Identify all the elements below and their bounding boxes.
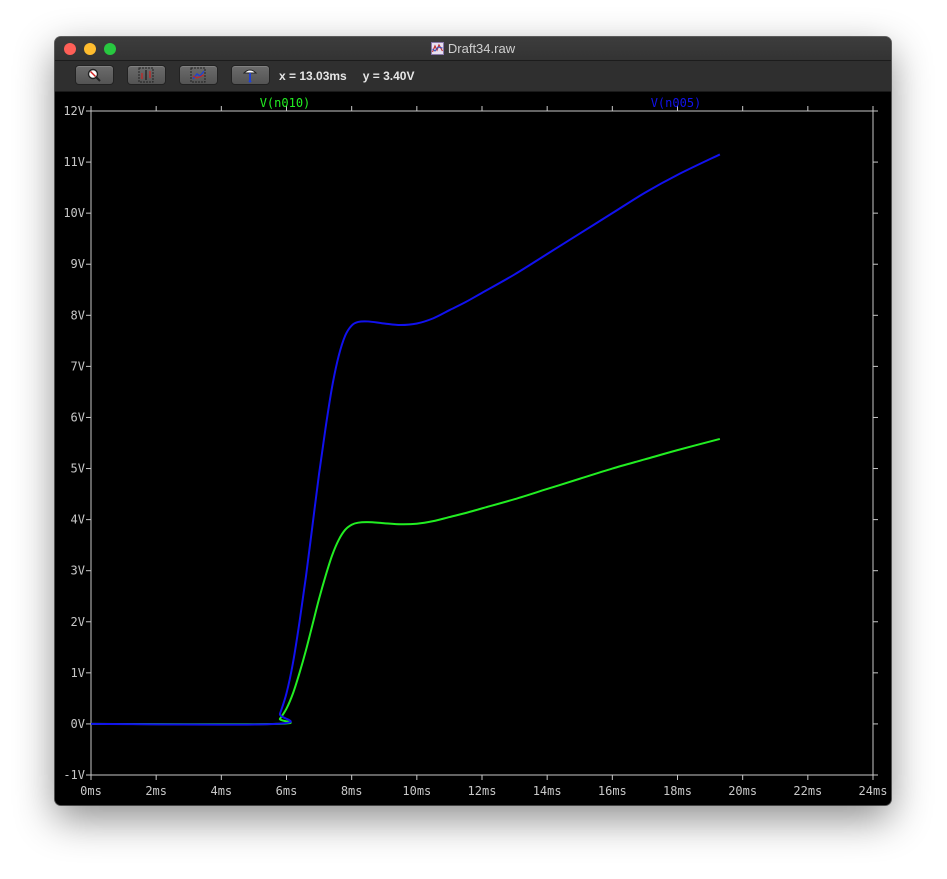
autorange-button[interactable] xyxy=(128,66,165,84)
probe-icon xyxy=(242,69,258,83)
series-line-vn010[interactable] xyxy=(90,437,721,726)
cursor-y-readout: y = 3.40V xyxy=(362,69,415,83)
x-tick-label: 8ms xyxy=(341,784,363,798)
x-tick-label: 18ms xyxy=(663,784,692,798)
y-tick-label: 5V xyxy=(71,462,85,476)
y-tick-label: 10V xyxy=(63,206,85,220)
y-tick-label: 3V xyxy=(71,564,85,578)
y-tick-label: 11V xyxy=(63,155,85,169)
y-tick-label: -1V xyxy=(63,768,85,782)
y-tick-label: 0V xyxy=(71,717,85,731)
pan-button[interactable] xyxy=(180,66,217,84)
y-tick-label: 4V xyxy=(71,513,85,527)
zoom-icon xyxy=(87,68,101,82)
y-tick-label: 12V xyxy=(63,104,85,118)
series-line-vn005[interactable] xyxy=(90,153,721,726)
x-tick-label: 0ms xyxy=(80,784,102,798)
trace-label-vn005[interactable]: V(n005) xyxy=(651,96,702,110)
pan-icon xyxy=(190,67,206,83)
y-tick-label: 6V xyxy=(71,410,85,424)
plot-area[interactable]: 0ms 2ms 4ms 6ms 8ms 10ms 12ms 14ms 16ms 18ms 20ms 2… xyxy=(55,92,891,805)
waveform-file-icon xyxy=(430,42,444,55)
autorange-icon xyxy=(138,67,154,83)
y-tick-label: 1V xyxy=(71,666,85,680)
waveform-chart[interactable]: 0ms 2ms 4ms 6ms 8ms 10ms 12ms 14ms 16ms 18ms 20ms 2… xyxy=(55,92,891,805)
x-tick-label: 2ms xyxy=(145,784,167,798)
y-tick-label: 2V xyxy=(71,615,85,629)
probe-button[interactable] xyxy=(232,66,269,84)
y-tick-label: 9V xyxy=(71,257,85,271)
window-title-wrap: Draft34.raw xyxy=(55,41,891,56)
y-tick-label: 7V xyxy=(71,359,85,373)
x-tick-label: 6ms xyxy=(276,784,298,798)
x-tick-label: 24ms xyxy=(859,784,888,798)
plot-frame xyxy=(90,110,874,776)
x-tick-label: 14ms xyxy=(533,784,562,798)
title-bar[interactable]: Draft34.raw xyxy=(55,37,891,61)
x-tick-label: 16ms xyxy=(598,784,627,798)
waveform-window: Draft34.raw x = 13.03ms y = 3.40V 0ms 2m… xyxy=(55,37,891,805)
trace-label-vn010[interactable]: V(n010) xyxy=(260,96,311,110)
window-title: Draft34.raw xyxy=(447,41,516,56)
x-tick-label: 10ms xyxy=(402,784,431,798)
x-tick-label: 12ms xyxy=(468,784,497,798)
cursor-readout: x = 13.03ms y = 3.40V xyxy=(279,69,430,83)
y-tick-label: 8V xyxy=(71,308,85,322)
toolbar: x = 13.03ms y = 3.40V xyxy=(55,61,891,92)
zoom-button[interactable] xyxy=(76,66,113,84)
x-tick-label: 20ms xyxy=(728,784,757,798)
cursor-x-readout: x = 13.03ms xyxy=(279,69,347,83)
x-tick-label: 22ms xyxy=(793,784,822,798)
x-tick-label: 4ms xyxy=(210,784,232,798)
